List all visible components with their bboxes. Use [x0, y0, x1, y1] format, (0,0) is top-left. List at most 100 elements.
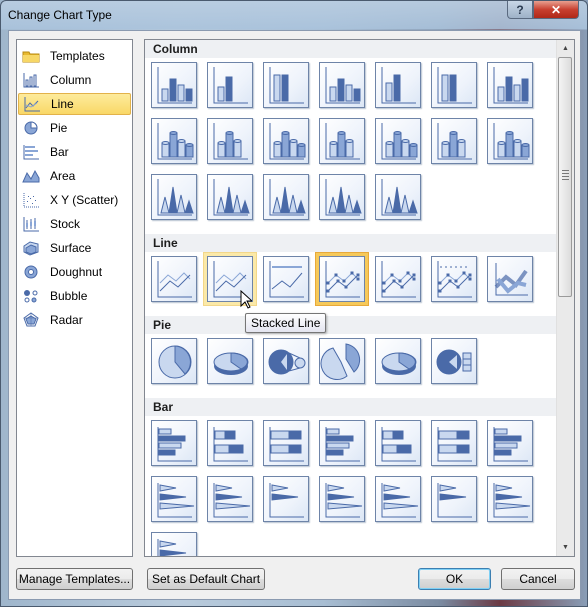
title-bar: Change Chart Type ? ✕ [1, 1, 587, 29]
bar-subtype-tile[interactable] [151, 420, 197, 466]
category-item-line[interactable]: Line [18, 93, 131, 115]
bar-chart-glyph-icon [437, 483, 472, 518]
column-chart-glyph-icon [213, 179, 250, 216]
bar-subtype-tile[interactable] [207, 420, 253, 466]
bar-subtype-tile[interactable] [151, 532, 197, 556]
line-subtype-tile[interactable] [151, 256, 197, 302]
column-subtype-tile[interactable] [431, 62, 477, 108]
category-item-bar[interactable]: Bar [18, 141, 131, 163]
category-item-doughnut[interactable]: Doughnut [18, 261, 131, 283]
bar-subtype-tile[interactable] [375, 420, 421, 466]
bar-subtype-tile[interactable] [375, 476, 421, 522]
line-subtype-tile[interactable] [431, 256, 477, 302]
column-subtype-tile[interactable] [263, 118, 309, 164]
chart-subtype-gallery: ▲ ▼ Column Line Pie Bar Stacked Line [144, 39, 575, 557]
column-subtype-tile[interactable] [431, 118, 477, 164]
pie-subtype-tile[interactable] [375, 338, 421, 384]
pie-chart-icon [22, 120, 40, 136]
column-subtype-tile[interactable] [207, 118, 253, 164]
category-label: X Y (Scatter) [50, 193, 119, 207]
bar-subtype-tile[interactable] [487, 420, 533, 466]
column-subtype-tile[interactable] [207, 62, 253, 108]
category-item-stock[interactable]: Stock [18, 213, 131, 235]
line-subtype-tile[interactable] [487, 256, 533, 302]
tooltip: Stacked Line [245, 313, 327, 333]
column-chart-icon [22, 72, 40, 88]
bar-subtype-tile[interactable] [263, 420, 309, 466]
ok-label: OK [445, 572, 464, 586]
column-subtype-tile[interactable] [375, 174, 421, 220]
column-subtype-tile[interactable] [319, 62, 365, 108]
change-chart-type-dialog: Change Chart Type ? ✕ Templates Column Lin… [0, 0, 588, 607]
column-subtype-tile[interactable] [151, 62, 197, 108]
line-with-markers-tile[interactable] [316, 253, 368, 305]
category-label: Pie [50, 121, 68, 135]
column-subtype-tile[interactable] [151, 118, 197, 164]
scroll-thumb[interactable] [558, 57, 572, 297]
category-item-templates[interactable]: Templates [18, 45, 131, 67]
bar-chart-glyph-icon [157, 539, 187, 556]
ok-button[interactable]: OK [418, 568, 491, 590]
bar-subtype-tile[interactable] [207, 476, 253, 522]
column-subtype-tile[interactable] [487, 62, 533, 108]
column-chart-glyph-icon [157, 67, 193, 104]
bar-subtype-tile[interactable] [151, 476, 197, 522]
pie-subtype-tile[interactable] [319, 338, 365, 384]
category-label: Templates [50, 49, 105, 63]
category-item-radar[interactable]: Radar [18, 309, 131, 331]
line-chart-glyph-icon [381, 261, 416, 298]
pie-chart-glyph-icon [381, 352, 417, 375]
category-label: Radar [50, 313, 83, 327]
help-button[interactable]: ? [507, 1, 533, 19]
gallery-scrollbar[interactable]: ▲ ▼ [556, 40, 574, 556]
manage-templates-button[interactable]: Manage Templates... [16, 568, 133, 590]
pie-chart-glyph-icon [213, 352, 249, 375]
bar-chart-glyph-icon [381, 427, 416, 462]
doughnut-chart-icon [22, 264, 40, 280]
pie-subtype-tile[interactable] [207, 338, 253, 384]
close-button[interactable]: ✕ [533, 1, 579, 19]
column-subtype-tile[interactable] [207, 174, 253, 220]
scroll-up-arrow[interactable]: ▲ [557, 40, 574, 57]
radar-chart-icon [22, 312, 40, 328]
category-item-x-y-scatter[interactable]: X Y (Scatter) [18, 189, 131, 211]
scatter-chart-icon [22, 192, 40, 208]
bar-chart-glyph-icon [157, 427, 192, 462]
bar-subtype-tile[interactable] [431, 476, 477, 522]
bar-subtype-tile[interactable] [263, 476, 309, 522]
column-subtype-tile[interactable] [263, 174, 309, 220]
set-default-chart-button[interactable]: Set as Default Chart [147, 568, 265, 590]
category-item-column[interactable]: Column [18, 69, 131, 91]
section-header-bar: Bar [145, 398, 556, 416]
bar-chart-glyph-icon [269, 483, 304, 518]
line-subtype-tile[interactable] [263, 256, 309, 302]
pie-subtype-tile[interactable] [151, 338, 197, 384]
bar-chart-glyph-icon [381, 483, 419, 518]
column-subtype-tile[interactable] [375, 62, 421, 108]
category-label: Bar [50, 145, 69, 159]
bar-subtype-tile[interactable] [431, 420, 477, 466]
bar-subtype-tile[interactable] [319, 476, 365, 522]
column-subtype-tile[interactable] [319, 118, 365, 164]
scroll-down-arrow[interactable]: ▼ [557, 539, 574, 556]
column-subtype-tile[interactable] [151, 174, 197, 220]
category-item-surface[interactable]: Surface [18, 237, 131, 259]
category-item-bubble[interactable]: Bubble [18, 285, 131, 307]
line-chart-glyph-icon [269, 261, 304, 298]
cancel-button[interactable]: Cancel [501, 568, 575, 590]
column-subtype-tile[interactable] [263, 62, 309, 108]
pie-subtype-tile[interactable] [431, 338, 477, 384]
column-subtype-tile[interactable] [487, 118, 533, 164]
area-chart-icon [22, 168, 40, 184]
bar-subtype-tile[interactable] [487, 476, 533, 522]
column-subtype-tile[interactable] [319, 174, 365, 220]
bar-chart-glyph-icon [325, 483, 363, 518]
column-subtype-tile[interactable] [375, 118, 421, 164]
category-item-pie[interactable]: Pie [18, 117, 131, 139]
pie-subtype-tile[interactable] [263, 338, 309, 384]
bar-subtype-tile[interactable] [319, 420, 365, 466]
category-label: Column [50, 73, 92, 87]
line-subtype-tile[interactable] [375, 256, 421, 302]
category-item-area[interactable]: Area [18, 165, 131, 187]
bar-chart-icon [22, 144, 40, 160]
